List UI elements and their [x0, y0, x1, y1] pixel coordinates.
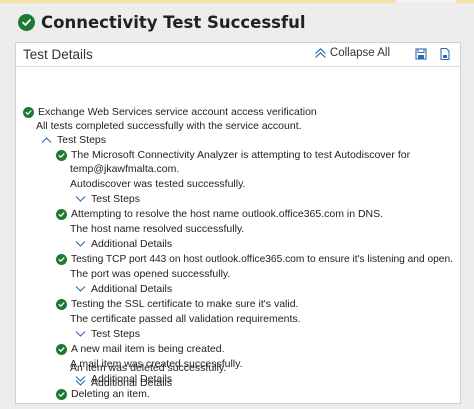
step-4-toggle[interactable]: Test Steps — [75, 327, 140, 341]
panel-header: Test Details Collapse All — [16, 43, 460, 67]
step-1-toggle-label: Test Steps — [91, 193, 141, 205]
notification-bar-gap — [396, 0, 456, 3]
save-icon[interactable] — [414, 46, 428, 60]
check-circle-icon — [56, 149, 67, 161]
step-4-status: The certificate passed all validation re… — [70, 313, 301, 325]
export-icon[interactable] — [438, 46, 452, 61]
step-1-status: Autodiscover was tested successfully. — [70, 178, 246, 190]
root-test-steps-toggle[interactable]: Test Steps — [41, 133, 106, 147]
step-1-title-row: The Microsoft Connectivity Analyzer is a… — [56, 148, 410, 162]
step-2-title: Attempting to resolve the host name outl… — [71, 208, 384, 220]
step-2-toggle[interactable]: Additional Details — [75, 237, 172, 251]
step-4-title: Testing the SSL certificate to make sure… — [71, 298, 299, 310]
panel-title: Test Details — [23, 47, 93, 62]
step-3-toggle[interactable]: Additional Details — [75, 282, 172, 296]
step-6-toggle[interactable]: Additional Details — [75, 376, 172, 390]
check-circle-icon — [23, 106, 34, 118]
check-circle-icon — [56, 298, 67, 310]
chevron-down-icon — [75, 196, 86, 202]
step-6-toggle-label: Additional Details — [91, 377, 173, 389]
chevron-up-icon — [41, 137, 52, 143]
step-5-title: A new mail item is being created. — [71, 343, 225, 355]
collapse-all-button[interactable]: Collapse All — [314, 47, 390, 59]
results-tree: Exchange Web Services service account ac… — [16, 67, 460, 403]
test-details-panel: Test Details Collapse All Exchange Web S… — [15, 42, 461, 404]
page-title: Connectivity Test Successful — [41, 12, 306, 32]
step-1-title: The Microsoft Connectivity Analyzer is a… — [71, 149, 411, 161]
check-circle-icon — [56, 388, 67, 400]
root-test-title-row: Exchange Web Services service account ac… — [23, 105, 317, 119]
check-circle-icon — [56, 343, 67, 355]
step-3-status: The port was opened successfully. — [70, 268, 231, 280]
step-2-status: The host name resolved successfully. — [70, 223, 245, 235]
step-3-title: Testing TCP port 443 on host outlook.off… — [71, 253, 453, 265]
step-5-title-row: A new mail item is being created. — [56, 342, 225, 356]
chevron-down-icon — [75, 286, 86, 292]
step-4-title-row: Testing the SSL certificate to make sure… — [56, 297, 298, 311]
step-2-toggle-label: Additional Details — [91, 238, 173, 250]
step-2-title-row: Attempting to resolve the host name outl… — [56, 207, 383, 221]
panel-toolbar: Collapse All — [314, 46, 452, 61]
step-1-title-cont: temp@jkawfmalta.com. — [70, 163, 180, 175]
step-3-title-row: Testing TCP port 443 on host outlook.off… — [56, 252, 453, 266]
chevron-down-icon — [75, 241, 86, 247]
step-6-status: An item was deleted successfully. — [70, 362, 227, 374]
chevron-down-icon — [75, 331, 86, 337]
check-circle-icon — [56, 208, 67, 220]
result-header: Connectivity Test Successful — [0, 4, 474, 40]
chevron-down-icon — [75, 380, 86, 386]
step-4-toggle-label: Test Steps — [91, 328, 141, 340]
collapse-all-icon — [314, 47, 326, 58]
check-circle-icon — [56, 253, 67, 265]
root-test-steps-label: Test Steps — [57, 134, 107, 146]
check-circle-icon — [18, 13, 35, 31]
step-3-toggle-label: Additional Details — [91, 283, 173, 295]
root-test-title: Exchange Web Services service account ac… — [38, 106, 317, 118]
root-test-status: All tests completed successfully with th… — [36, 120, 302, 132]
step-1-toggle[interactable]: Test Steps — [75, 192, 140, 206]
collapse-all-label: Collapse All — [329, 47, 390, 59]
